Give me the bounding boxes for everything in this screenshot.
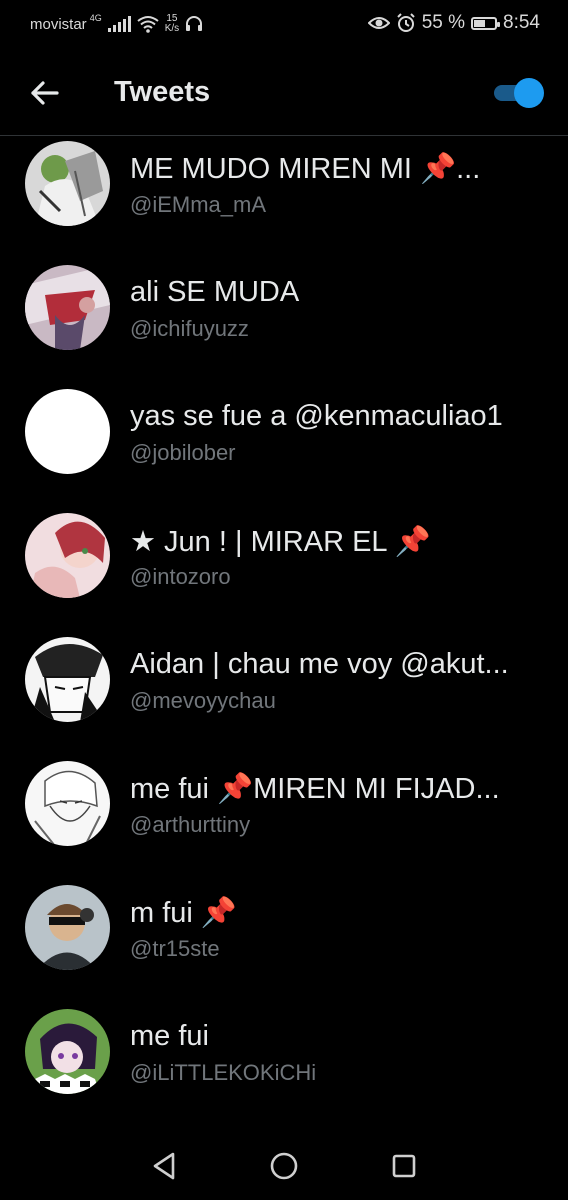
eye-comfort-icon	[367, 17, 390, 29]
display-name: me fui 📌MIREN MI FIJAD...	[130, 773, 500, 805]
display-name: Aidan | chau me voy @akut...	[130, 648, 509, 680]
display-name: ME MUDO MIREN MI 📌...	[130, 153, 481, 185]
app-header: Tweets	[0, 50, 568, 136]
signal-icon	[107, 16, 131, 32]
account-row[interactable]: ME MUDO MIREN MI 📌... @iEMma_mA	[0, 136, 568, 260]
account-row[interactable]: me fui @iLiTTLEKOKiCHi	[0, 1004, 568, 1128]
battery-icon	[471, 16, 501, 30]
account-row[interactable]: ★ Jun ! | MIRAR EL 📌 @intozoro	[0, 508, 568, 632]
display-name: ★ Jun ! | MIRAR EL 📌	[130, 526, 431, 558]
account-row[interactable]: yas se fue a @kenmaculiao1 @jobilober	[0, 384, 568, 508]
username-handle: @intozoro	[130, 564, 231, 589]
nav-home-icon[interactable]	[266, 1148, 302, 1184]
avatar	[25, 1009, 110, 1094]
username-handle: @arthurttiny	[130, 812, 251, 837]
clock: 8:54	[503, 12, 540, 33]
status-bar: movistar 4G 15 K/s 55 % 8:54	[0, 0, 568, 50]
username-handle: @ichifuyuzz	[130, 316, 249, 341]
system-nav-bar	[0, 1130, 568, 1200]
display-name: yas se fue a @kenmaculiao1	[130, 400, 503, 432]
avatar	[25, 513, 110, 598]
page-title: Tweets	[114, 76, 211, 108]
headphones-icon	[186, 16, 203, 31]
display-name: m fui 📌	[130, 897, 238, 929]
account-row[interactable]: me fui 📌MIREN MI FIJAD... @arthurttiny	[0, 756, 568, 880]
nav-recents-icon[interactable]	[386, 1148, 422, 1184]
display-name: me fui	[130, 1020, 209, 1052]
username-handle: @mevoyychau	[130, 688, 276, 713]
username-handle: @iLiTTLEKOKiCHi	[130, 1060, 317, 1085]
network-speed: 15 K/s	[164, 13, 180, 34]
username-handle: @jobilober	[130, 440, 236, 465]
avatar	[25, 637, 110, 722]
back-arrow-icon[interactable]	[28, 76, 62, 110]
alarm-icon	[396, 13, 415, 32]
carrier-label: movistar	[30, 15, 87, 33]
battery-percent: 55 %	[421, 12, 466, 33]
account-row[interactable]: Aidan | chau me voy @akut... @mevoyychau	[0, 632, 568, 756]
avatar	[25, 141, 110, 226]
wifi-icon	[137, 16, 159, 33]
toggle-knob	[514, 78, 544, 108]
avatar	[25, 265, 110, 350]
network-type: 4G	[89, 13, 102, 23]
avatar	[25, 761, 110, 846]
toggle-switch[interactable]	[494, 78, 544, 108]
avatar	[25, 885, 110, 970]
account-row[interactable]: m fui 📌 @tr15ste	[0, 880, 568, 1004]
account-row[interactable]: ali SE MUDA @ichifuyuzz	[0, 260, 568, 384]
nav-back-icon[interactable]	[147, 1148, 183, 1184]
username-handle: @iEMma_mA	[130, 192, 267, 217]
username-handle: @tr15ste	[130, 936, 220, 961]
display-name: ali SE MUDA	[130, 276, 300, 308]
avatar	[25, 389, 110, 474]
